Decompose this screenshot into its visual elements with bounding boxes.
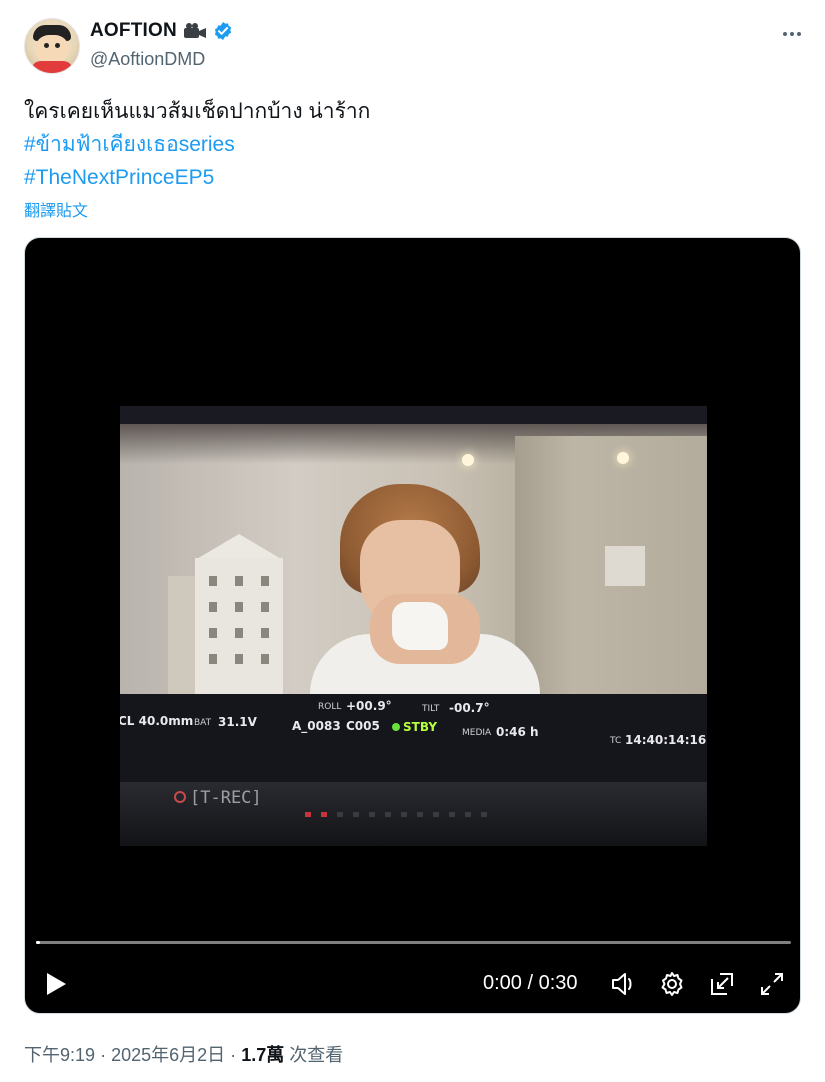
osd-media-value: 0:46 h <box>496 725 539 739</box>
tweet-text-line: ใครเคยเห็นแมวส้มเช็ดปากบ้าง น่าร้าก <box>24 100 371 123</box>
views-count: 1.7萬 <box>241 1045 285 1065</box>
author-name-row[interactable]: AOFTION <box>90 20 233 42</box>
record-indicator-icon <box>174 791 186 803</box>
osd-bat-value: 31.1V <box>218 715 257 729</box>
osd-tc-label: TC <box>610 736 622 746</box>
tweet-header: AOFTION @AoftionDMD <box>24 18 807 74</box>
display-name[interactable]: AOFTION <box>90 20 177 42</box>
osd-tilt-value: -00.7° <box>449 701 490 715</box>
tweet-date[interactable]: 2025年6月2日 <box>111 1045 225 1065</box>
rec-label: [T-REC] <box>190 788 262 808</box>
osd-cl: CL 40.0mm <box>120 714 194 728</box>
fullscreen-icon[interactable] <box>758 970 786 998</box>
hashtag-link[interactable]: #TheNextPrinceEP5 <box>24 161 801 194</box>
osd-media-label: MEDIA <box>462 728 492 738</box>
osd-clip: A_0083 <box>292 719 341 733</box>
osd-tilt-label: TILT <box>422 704 440 714</box>
video-scene <box>120 424 707 714</box>
tweet-text: ใครเคยเห็นแมวส้มเช็ดปากบ้าง น่าร้าก #ข้า… <box>24 95 801 194</box>
osd-bat-label: BAT <box>194 718 212 728</box>
monitor-overlay: CL 40.0mm BAT 31.1V ROLL +00.9° A_0083 C… <box>120 694 707 782</box>
recorder-panel: [T-REC] <box>120 782 707 846</box>
video-player[interactable]: CL 40.0mm BAT 31.1V ROLL +00.9° A_0083 C… <box>24 237 801 1014</box>
meta-separator: · <box>230 1045 237 1065</box>
author-handle[interactable]: @AoftionDMD <box>90 49 205 70</box>
video-frame: CL 40.0mm BAT 31.1V ROLL +00.9° A_0083 C… <box>120 406 707 846</box>
verified-badge-icon <box>214 22 232 40</box>
video-time: 0:00 / 0:30 <box>483 972 578 994</box>
osd-roll-label: ROLL <box>318 702 342 712</box>
osd-status: STBY <box>392 720 437 734</box>
picture-in-picture-icon[interactable] <box>708 970 736 998</box>
osd-tc-value: 14:40:14:16 <box>625 733 707 747</box>
avatar[interactable] <box>24 18 80 74</box>
play-icon[interactable] <box>41 970 69 998</box>
video-progress-fill <box>36 941 40 944</box>
translate-post-link[interactable]: 翻譯貼文 <box>24 197 88 221</box>
video-controls: 0:00 / 0:30 <box>25 964 800 1004</box>
osd-roll-value: +00.9° <box>346 699 392 713</box>
views-label: 次查看 <box>289 1045 344 1065</box>
video-progress-bar[interactable] <box>36 941 791 944</box>
movie-camera-icon <box>183 23 206 38</box>
more-options-icon[interactable] <box>781 24 803 44</box>
tweet-metadata: 下午9:19 · 2025年6月2日 · 1.7萬 次查看 <box>24 1041 343 1067</box>
osd-card: C005 <box>346 719 380 733</box>
settings-gear-icon[interactable] <box>658 970 686 998</box>
volume-icon[interactable] <box>609 970 637 998</box>
hashtag-link[interactable]: #ข้ามฟ้าเคียงเธอseries <box>24 128 801 161</box>
tweet-time[interactable]: 下午9:19 <box>24 1045 95 1065</box>
meta-separator: · <box>100 1045 107 1065</box>
